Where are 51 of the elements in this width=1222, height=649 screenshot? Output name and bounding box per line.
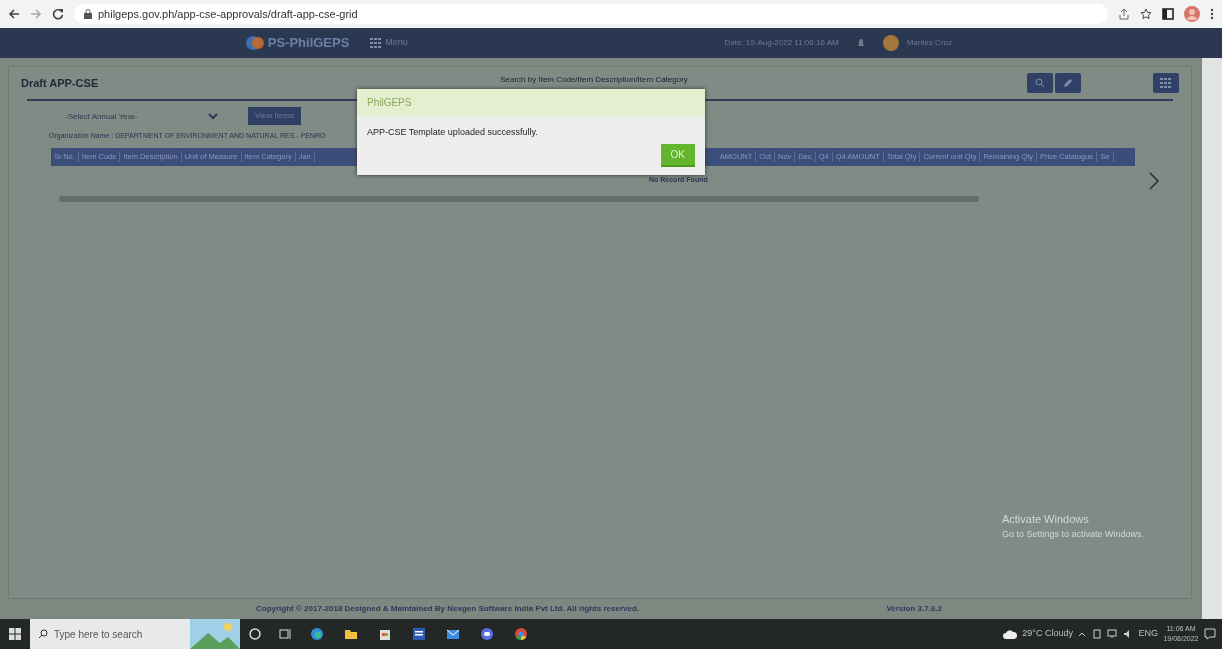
- copyright-text: Copyright © 2017-2018 Designed & Maintained By Nexgen Software India Pvt Ltd. All rights reserved.: [256, 603, 640, 615]
- watermark-title: Activate Windows: [1001, 512, 1090, 527]
- horizontal-scrollbar[interactable]: [59, 195, 979, 202]
- grid-icon: [370, 38, 383, 48]
- search-placeholder: Type here to search: [54, 627, 143, 642]
- date-time: Date: 19-Aug-2022 11:06:16 AM: [724, 37, 839, 49]
- dialog-title: PhilGEPS: [357, 89, 705, 116]
- share-icon[interactable]: [1118, 8, 1130, 20]
- language-indicator[interactable]: ENG: [1138, 627, 1158, 641]
- search-button[interactable]: [1027, 73, 1053, 93]
- weather-text[interactable]: 29°C Cloudy: [1022, 627, 1073, 641]
- search-icon: [38, 629, 48, 639]
- chevron-right-icon[interactable]: [1149, 171, 1159, 190]
- ok-button[interactable]: OK: [660, 143, 695, 167]
- url-text: philgeps.gov.ph/app-cse-approvals/draft-app-cse-grid: [98, 6, 358, 22]
- edit-button[interactable]: [1055, 73, 1081, 93]
- logo-icon: [245, 33, 265, 53]
- folder-icon[interactable]: [344, 627, 358, 641]
- chevron-up-icon[interactable]: [1078, 631, 1087, 637]
- user-avatar-icon: [882, 35, 899, 51]
- search-field[interactable]: Search by Item Code/Item Description/Item Category: [498, 73, 729, 87]
- task-view-icon[interactable]: [278, 627, 292, 641]
- grid-view-button[interactable]: [1153, 73, 1179, 93]
- cloud-icon: [1002, 629, 1017, 639]
- lock-icon: [84, 9, 92, 19]
- watermark-text: Go to Settings to activate Windows.: [1001, 527, 1144, 541]
- pencil-icon: [1063, 78, 1073, 88]
- taskbar-search[interactable]: Type here to search: [30, 619, 190, 649]
- avatar-icon[interactable]: [1184, 6, 1200, 22]
- back-icon[interactable]: [8, 8, 20, 20]
- dialog-message: APP-CSE Template uploaded successfully.: [367, 126, 539, 139]
- sidebar-icon[interactable]: [1162, 8, 1174, 20]
- year-select[interactable]: -Select Annual Year-: [61, 110, 221, 122]
- bell-icon[interactable]: [856, 38, 865, 48]
- chat-icon[interactable]: [480, 627, 494, 641]
- mail-icon[interactable]: [446, 627, 460, 641]
- page-title: Draft APP-CSE: [21, 75, 99, 91]
- notification-icon[interactable]: [1204, 628, 1216, 640]
- grid-icon: [1160, 78, 1172, 88]
- reload-icon[interactable]: [52, 8, 64, 20]
- menu-button[interactable]: Menu: [369, 35, 409, 51]
- circle-icon[interactable]: [248, 627, 262, 641]
- more-icon[interactable]: [1210, 8, 1214, 20]
- address-bar[interactable]: philgeps.gov.ph/app-cse-approvals/draft-app-cse-grid: [74, 4, 1108, 24]
- logo-text: PS-PhilGEPS: [267, 34, 350, 53]
- star-icon[interactable]: [1140, 8, 1152, 20]
- version-text: Version 3.7.6.2: [886, 603, 942, 615]
- scrollbar[interactable]: [1202, 58, 1222, 619]
- search-icon: [1035, 78, 1045, 88]
- windows-icon: [9, 628, 21, 640]
- monitor-icon[interactable]: [1107, 629, 1118, 639]
